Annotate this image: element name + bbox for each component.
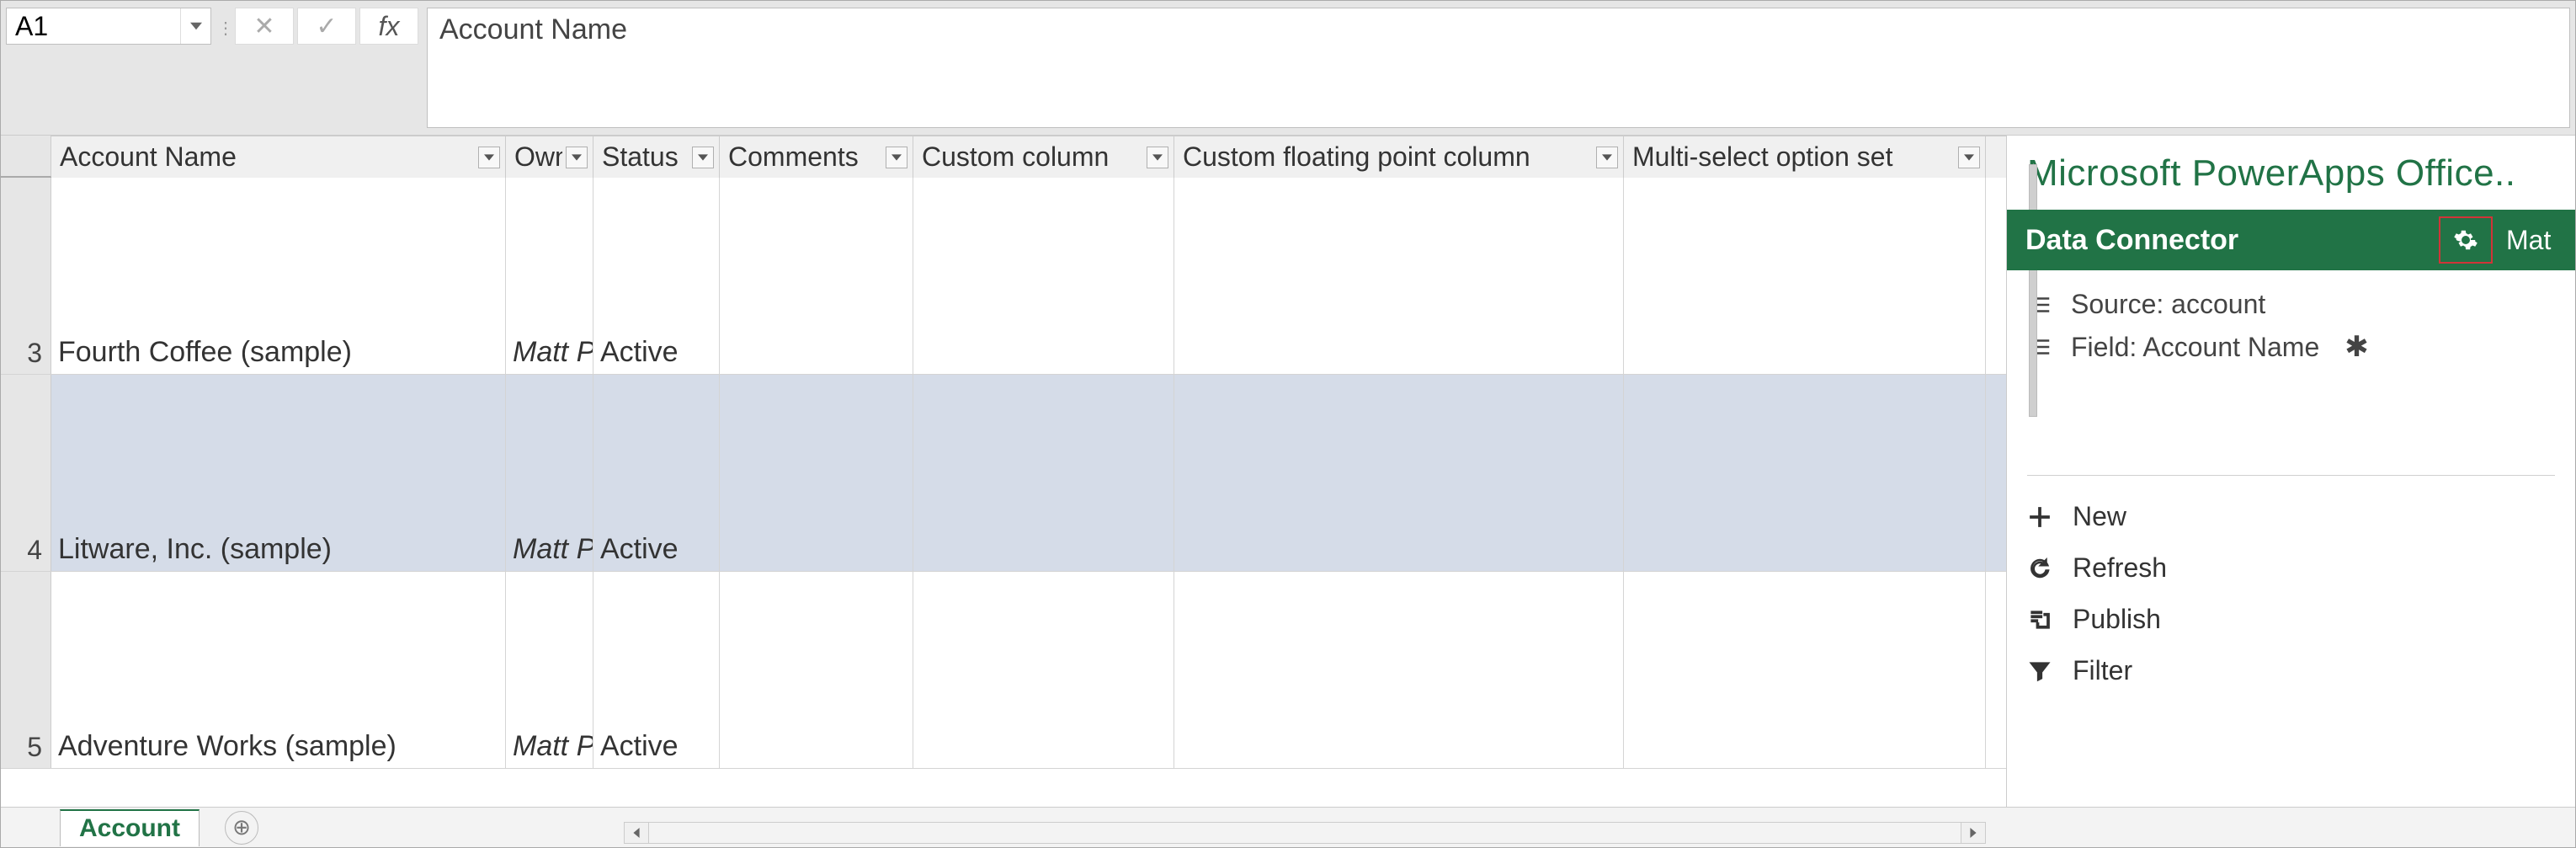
chevron-down-icon xyxy=(891,152,902,163)
refresh-button[interactable]: Refresh xyxy=(2027,542,2555,594)
panel-title: Microsoft PowerApps Office.. xyxy=(2007,136,2575,210)
cell-status[interactable]: Active xyxy=(593,572,720,768)
spreadsheet-grid[interactable]: Account Name Own Status Comments Custom … xyxy=(1,136,2026,807)
filter-dropdown[interactable] xyxy=(1147,147,1168,168)
chevron-left-icon xyxy=(631,828,641,838)
row-header[interactable]: 3 xyxy=(1,178,51,374)
scroll-left-button[interactable] xyxy=(624,822,649,844)
settings-button[interactable] xyxy=(2439,216,2493,264)
filter-button[interactable]: Filter xyxy=(2027,645,2555,696)
cell-multi-select[interactable] xyxy=(1624,572,1986,768)
chevron-down-icon xyxy=(572,152,582,163)
name-box-dropdown[interactable] xyxy=(180,8,210,44)
cell-status[interactable]: Active xyxy=(593,178,720,374)
required-asterisk-icon: ✱ xyxy=(2344,330,2369,364)
x-icon: ✕ xyxy=(253,12,274,41)
column-header-custom-float[interactable]: Custom floating point column xyxy=(1174,136,1624,178)
chevron-down-icon xyxy=(1602,152,1612,163)
column-header-own[interactable]: Own xyxy=(506,136,593,178)
horizontal-scrollbar[interactable] xyxy=(624,822,1986,844)
filter-dropdown[interactable] xyxy=(478,147,500,168)
chevron-down-icon xyxy=(698,152,708,163)
column-header-multi-select[interactable]: Multi-select option set xyxy=(1624,136,1986,178)
field-text: Field: Account Name xyxy=(2071,332,2319,363)
cell-custom-column[interactable] xyxy=(913,178,1174,374)
sheet-tab-account[interactable]: Account xyxy=(60,809,200,846)
cell-own[interactable]: Matt P xyxy=(506,375,593,571)
chevron-right-icon xyxy=(1968,828,1978,838)
insert-function-button[interactable]: fx xyxy=(359,8,418,45)
filter-dropdown[interactable] xyxy=(566,147,588,168)
row-header[interactable]: 5 xyxy=(1,572,51,768)
panel-divider xyxy=(2027,475,2555,476)
powerapps-panel: Microsoft PowerApps Office.. Data Connec… xyxy=(2006,136,2575,807)
new-button[interactable]: New xyxy=(2027,491,2555,542)
fx-icon: fx xyxy=(379,11,400,42)
divider: ⋮ xyxy=(220,1,232,135)
chevron-down-icon xyxy=(484,152,494,163)
check-icon: ✓ xyxy=(316,12,337,41)
table-row[interactable]: 3Fourth Coffee (sample)Matt PActive xyxy=(1,178,2026,375)
cell-custom-float[interactable] xyxy=(1174,178,1624,374)
cell-own[interactable]: Matt P xyxy=(506,572,593,768)
row-header[interactable]: 4 xyxy=(1,375,51,571)
filter-dropdown[interactable] xyxy=(886,147,907,168)
source-info: Source: account xyxy=(2027,289,2555,320)
formula-input[interactable]: Account Name xyxy=(427,8,2570,128)
chevron-down-icon xyxy=(1964,152,1974,163)
cell-custom-float[interactable] xyxy=(1174,375,1624,571)
cell-multi-select[interactable] xyxy=(1624,178,1986,374)
cell-own[interactable]: Matt P xyxy=(506,178,593,374)
sheet-tab-bar: Account ⊕ xyxy=(1,807,2575,847)
filter-dropdown[interactable] xyxy=(1596,147,1618,168)
panel-bar-label: Data Connector xyxy=(2025,224,2238,257)
filter-dropdown[interactable] xyxy=(1958,147,1980,168)
field-info: Field: Account Name ✱ xyxy=(2027,330,2555,364)
name-box-value: A1 xyxy=(7,11,180,42)
cell-comments[interactable] xyxy=(720,375,913,571)
column-header-account-name[interactable]: Account Name xyxy=(51,136,506,178)
cancel-edit-button[interactable]: ✕ xyxy=(235,8,294,45)
cell-custom-float[interactable] xyxy=(1174,572,1624,768)
table-row[interactable]: 5Adventure Works (sample)Matt PActive xyxy=(1,572,2026,769)
cell-account-name[interactable]: Litware, Inc. (sample) xyxy=(51,375,506,571)
column-header-comments[interactable]: Comments xyxy=(720,136,913,178)
user-label-truncated: Mat xyxy=(2506,225,2557,256)
cell-account-name[interactable]: Adventure Works (sample) xyxy=(51,572,506,768)
cell-status[interactable]: Active xyxy=(593,375,720,571)
scroll-thumb[interactable] xyxy=(2029,164,2037,417)
chevron-down-icon xyxy=(190,20,202,32)
table-row[interactable]: 4Litware, Inc. (sample)Matt PActive xyxy=(1,375,2026,572)
filter-dropdown[interactable] xyxy=(692,147,714,168)
publish-button[interactable]: Publish xyxy=(2027,594,2555,645)
accept-edit-button[interactable]: ✓ xyxy=(297,8,356,45)
cell-custom-column[interactable] xyxy=(913,572,1174,768)
add-sheet-button[interactable]: ⊕ xyxy=(225,811,258,845)
scroll-right-button[interactable] xyxy=(1961,822,1986,844)
plus-icon: ⊕ xyxy=(232,814,251,840)
cell-account-name[interactable]: Fourth Coffee (sample) xyxy=(51,178,506,374)
cell-comments[interactable] xyxy=(720,572,913,768)
column-header-custom-column[interactable]: Custom column xyxy=(913,136,1174,178)
cell-multi-select[interactable] xyxy=(1624,375,1986,571)
chevron-down-icon xyxy=(1152,152,1163,163)
select-all-corner[interactable] xyxy=(1,136,51,177)
scroll-track[interactable] xyxy=(649,822,1961,844)
cell-custom-column[interactable] xyxy=(913,375,1174,571)
formula-bar: A1 ⋮ ✕ ✓ fx Account Name xyxy=(1,1,2575,136)
gear-icon xyxy=(2453,227,2478,253)
cell-comments[interactable] xyxy=(720,178,913,374)
column-header-status[interactable]: Status xyxy=(593,136,720,178)
name-box[interactable]: A1 xyxy=(6,8,211,45)
source-text: Source: account xyxy=(2071,289,2265,320)
panel-header-bar: Data Connector Mat xyxy=(2007,210,2575,270)
